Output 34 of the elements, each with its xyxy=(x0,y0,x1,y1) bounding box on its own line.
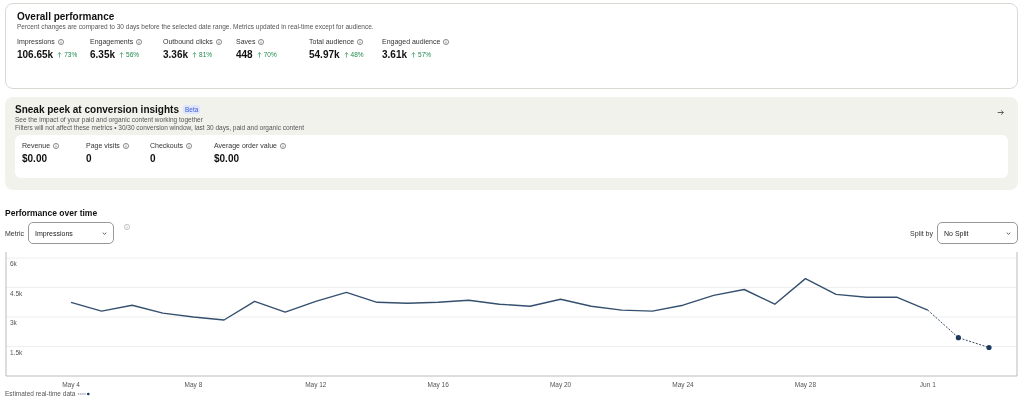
chevron-down-icon xyxy=(102,231,108,235)
metric-value: 3.61k xyxy=(382,49,408,60)
up-arrow-icon xyxy=(57,51,63,58)
arrow-right-icon[interactable] xyxy=(997,109,1004,116)
section-title: Overall performance xyxy=(17,11,116,22)
up-arrow-icon xyxy=(119,51,125,58)
info-icon[interactable] xyxy=(258,38,265,45)
info-icon[interactable] xyxy=(357,38,364,45)
up-arrow-icon xyxy=(192,51,198,58)
info-icon[interactable] xyxy=(443,38,450,45)
dashed-line-legend-icon xyxy=(78,391,91,396)
info-icon[interactable] xyxy=(124,224,131,230)
metric-value: $0.00 xyxy=(22,153,48,164)
chevron-down-icon xyxy=(1006,231,1011,235)
info-icon[interactable] xyxy=(279,142,286,149)
metric-value: 0 xyxy=(150,153,156,164)
metric-value: 448 xyxy=(236,49,253,60)
metric-value: $0.00 xyxy=(214,153,240,164)
info-icon[interactable] xyxy=(186,142,193,149)
up-arrow-icon xyxy=(256,51,262,58)
metric-value: 106.65k xyxy=(17,49,54,60)
metric-value: 54.97k xyxy=(309,49,340,60)
up-arrow-icon xyxy=(411,51,417,58)
info-icon[interactable] xyxy=(122,142,129,149)
info-icon[interactable] xyxy=(215,38,222,45)
up-arrow-icon xyxy=(343,51,349,58)
section-title: Sneak peek at conversion insights xyxy=(15,104,179,115)
metric-value: 6.35k xyxy=(90,49,116,60)
metric-value: 3.36k xyxy=(163,49,189,60)
info-icon[interactable] xyxy=(57,38,64,45)
info-icon[interactable] xyxy=(136,38,143,45)
section-title: Performance over time xyxy=(5,208,99,218)
info-icon[interactable] xyxy=(53,142,60,149)
metric-value: 0 xyxy=(86,153,92,164)
